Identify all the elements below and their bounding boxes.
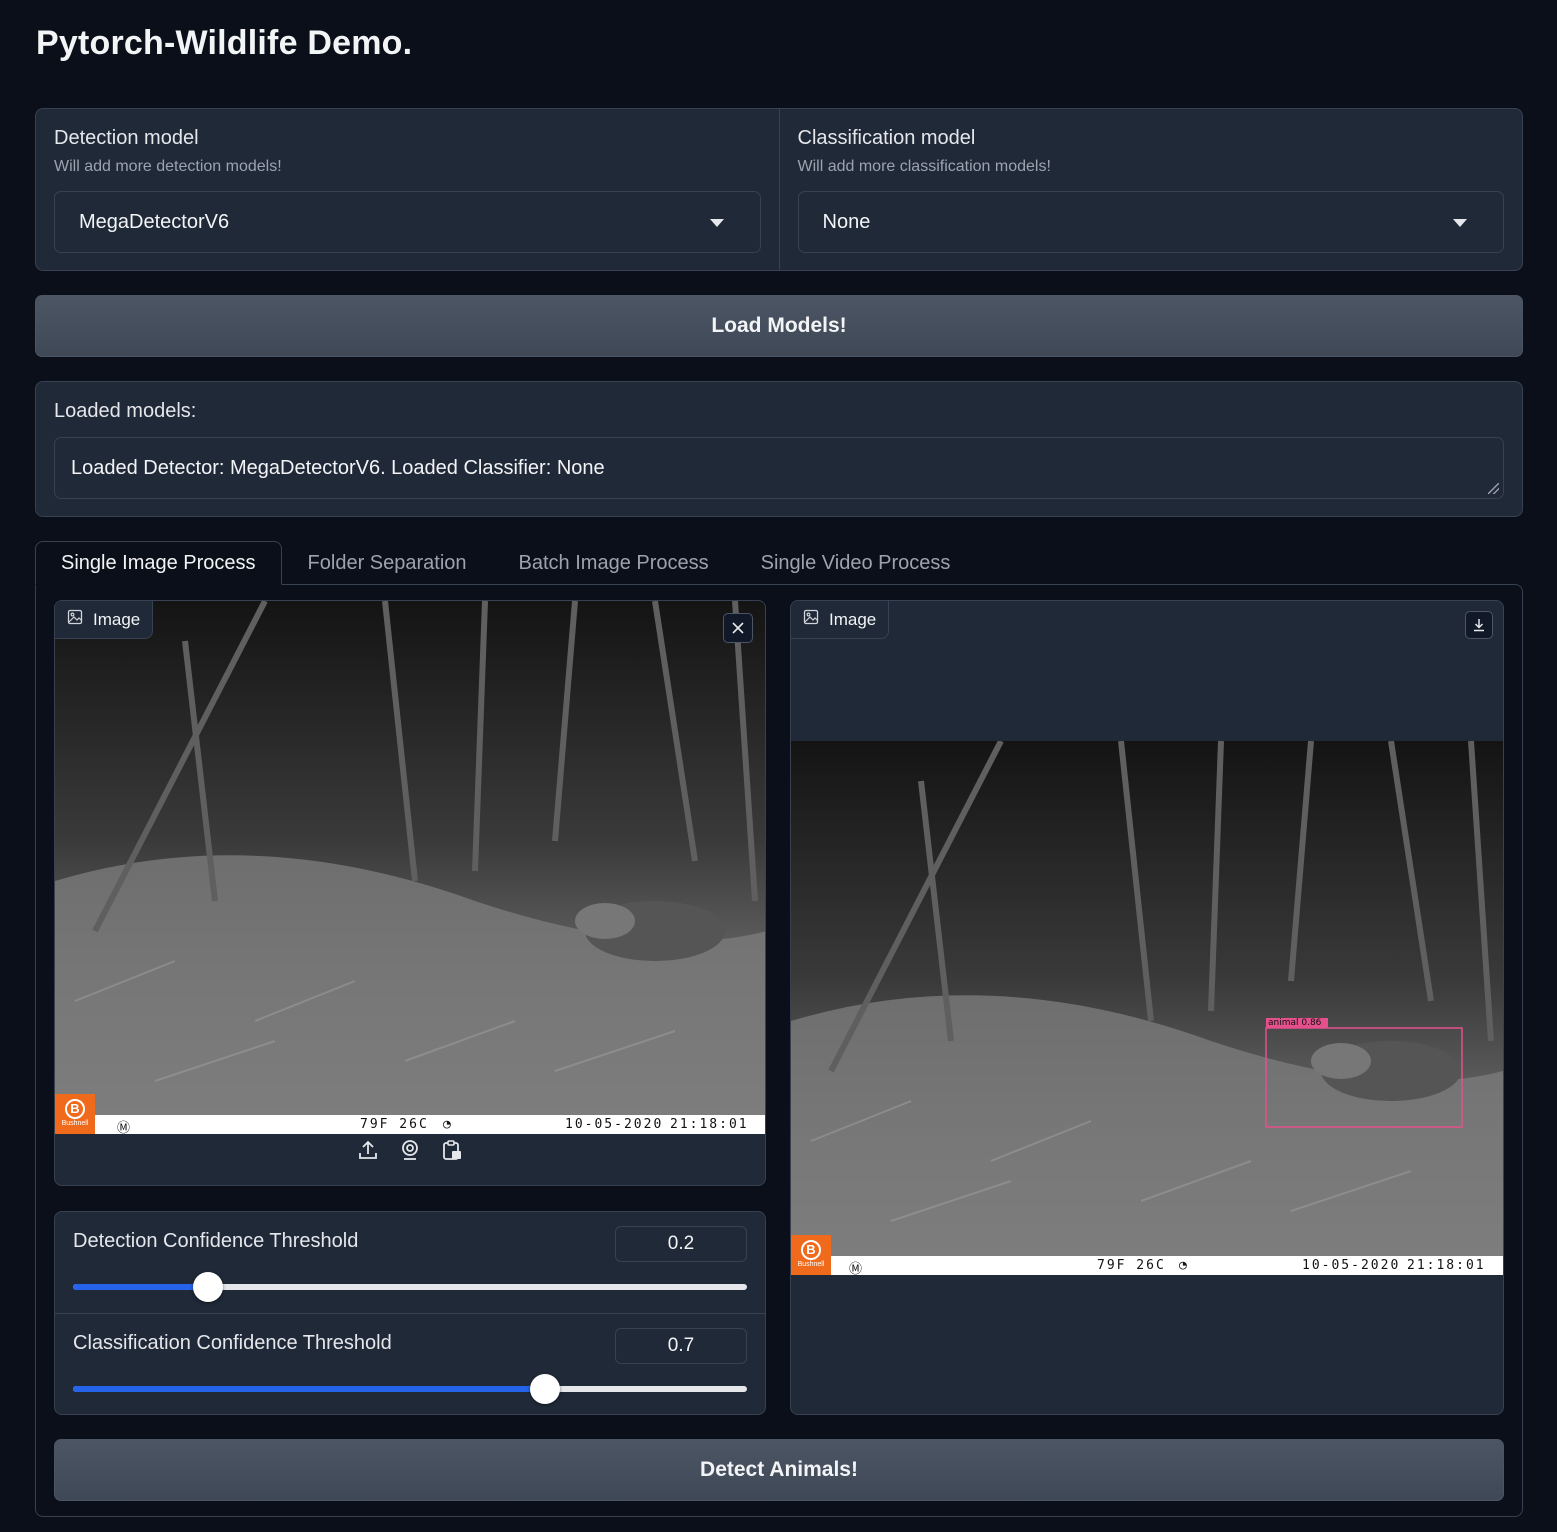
- single-image-tab-panel: Image B Bushnell Ⓜ 79F 26C ◔ 10-05-2020 …: [35, 584, 1523, 1517]
- detection-label: animal 0.86: [1268, 1018, 1322, 1028]
- model-selection-panel: Detection model Will add more detection …: [35, 108, 1523, 271]
- output-image-label: Image: [791, 601, 890, 639]
- tab-folder-separation[interactable]: Folder Separation: [282, 541, 493, 585]
- trail-camera-stamp: Ⓜ 79F 26C ◔ 10-05-2020 21:18:01: [791, 1256, 1503, 1275]
- detection-threshold-thumb[interactable]: [192, 1272, 223, 1302]
- upload-icon[interactable]: [355, 1137, 381, 1163]
- classification-model-info: Will add more classification models!: [797, 158, 1051, 175]
- detection-threshold-slider[interactable]: [73, 1272, 747, 1302]
- detection-model-label: Detection model: [54, 127, 199, 149]
- output-image-label-text: Image: [829, 609, 877, 629]
- loaded-models-textbox[interactable]: Loaded Detector: MegaDetectorV6. Loaded …: [54, 437, 1504, 499]
- image-icon: [67, 609, 83, 630]
- detection-model-info: Will add more detection models!: [54, 158, 282, 175]
- bushnell-logo: B Bushnell: [791, 1235, 831, 1275]
- output-photo: animal 0.86 B Bushnell Ⓜ 79F 26C ◔ 10-05-…: [791, 741, 1503, 1275]
- loaded-models-value: Loaded Detector: MegaDetectorV6. Loaded …: [71, 456, 605, 479]
- load-models-button[interactable]: Load Models!: [35, 295, 1523, 357]
- loaded-models-panel: Loaded models: Loaded Detector: MegaDete…: [35, 381, 1523, 517]
- page-title: Pytorch-Wildlife Demo.: [36, 24, 413, 62]
- input-image-label-text: Image: [93, 609, 141, 629]
- detect-animals-button[interactable]: Detect Animals!: [54, 1439, 1504, 1501]
- bushnell-logo: B Bushnell: [55, 1094, 95, 1134]
- input-image-label: Image: [55, 601, 154, 639]
- night-trail-camera-scene-annotated: [791, 741, 1503, 1275]
- trail-camera-stamp: Ⓜ 79F 26C ◔ 10-05-2020 21:18:01: [55, 1115, 765, 1134]
- webcam-icon[interactable]: [397, 1137, 423, 1163]
- chevron-down-icon: [709, 219, 724, 227]
- classification-model-block: Classification model Will add more class…: [778, 109, 1523, 270]
- classification-model-value: None: [822, 210, 871, 233]
- classification-threshold-row: Classification Confidence Threshold 0.7: [55, 1313, 765, 1414]
- classification-threshold-input[interactable]: 0.7: [615, 1328, 747, 1364]
- resize-handle-icon[interactable]: [1488, 483, 1499, 494]
- chevron-down-icon: [1453, 219, 1467, 227]
- input-photo: B Bushnell Ⓜ 79F 26C ◔ 10-05-2020 21:18:0…: [55, 601, 765, 1134]
- classification-model-label: Classification model: [797, 127, 976, 149]
- output-image-block: Image animal 0.86 B Bushnell Ⓜ 79F 26C ◔…: [790, 600, 1504, 1415]
- detection-model-block: Detection model Will add more detection …: [36, 109, 779, 270]
- download-icon[interactable]: [1465, 611, 1493, 639]
- detection-threshold-input[interactable]: 0.2: [615, 1226, 747, 1262]
- input-image-block[interactable]: Image B Bushnell Ⓜ 79F 26C ◔ 10-05-2020 …: [54, 600, 766, 1186]
- clipboard-icon[interactable]: [439, 1137, 465, 1163]
- detection-model-value: MegaDetectorV6: [79, 210, 230, 233]
- classification-threshold-thumb[interactable]: [529, 1374, 560, 1404]
- detection-threshold-row: Detection Confidence Threshold 0.2: [55, 1212, 765, 1313]
- loaded-models-label: Loaded models:: [54, 400, 197, 422]
- threshold-sliders-panel: Detection Confidence Threshold 0.2 Class…: [54, 1211, 766, 1415]
- detection-threshold-fill: [73, 1284, 208, 1290]
- tab-batch-image-process[interactable]: Batch Image Process: [493, 541, 735, 585]
- image-source-controls: [355, 1137, 465, 1163]
- night-trail-camera-scene: [55, 601, 765, 1134]
- classification-model-dropdown[interactable]: None: [797, 191, 1504, 253]
- classification-threshold-slider[interactable]: [73, 1374, 747, 1404]
- tab-single-image-process[interactable]: Single Image Process: [35, 541, 282, 585]
- image-icon: [803, 609, 819, 630]
- tab-bar: Single Image Process Folder Separation B…: [35, 541, 976, 585]
- close-icon[interactable]: [723, 613, 753, 643]
- detection-model-dropdown[interactable]: MegaDetectorV6: [54, 191, 761, 253]
- classification-threshold-fill: [73, 1386, 545, 1392]
- tab-single-video-process[interactable]: Single Video Process: [735, 541, 977, 585]
